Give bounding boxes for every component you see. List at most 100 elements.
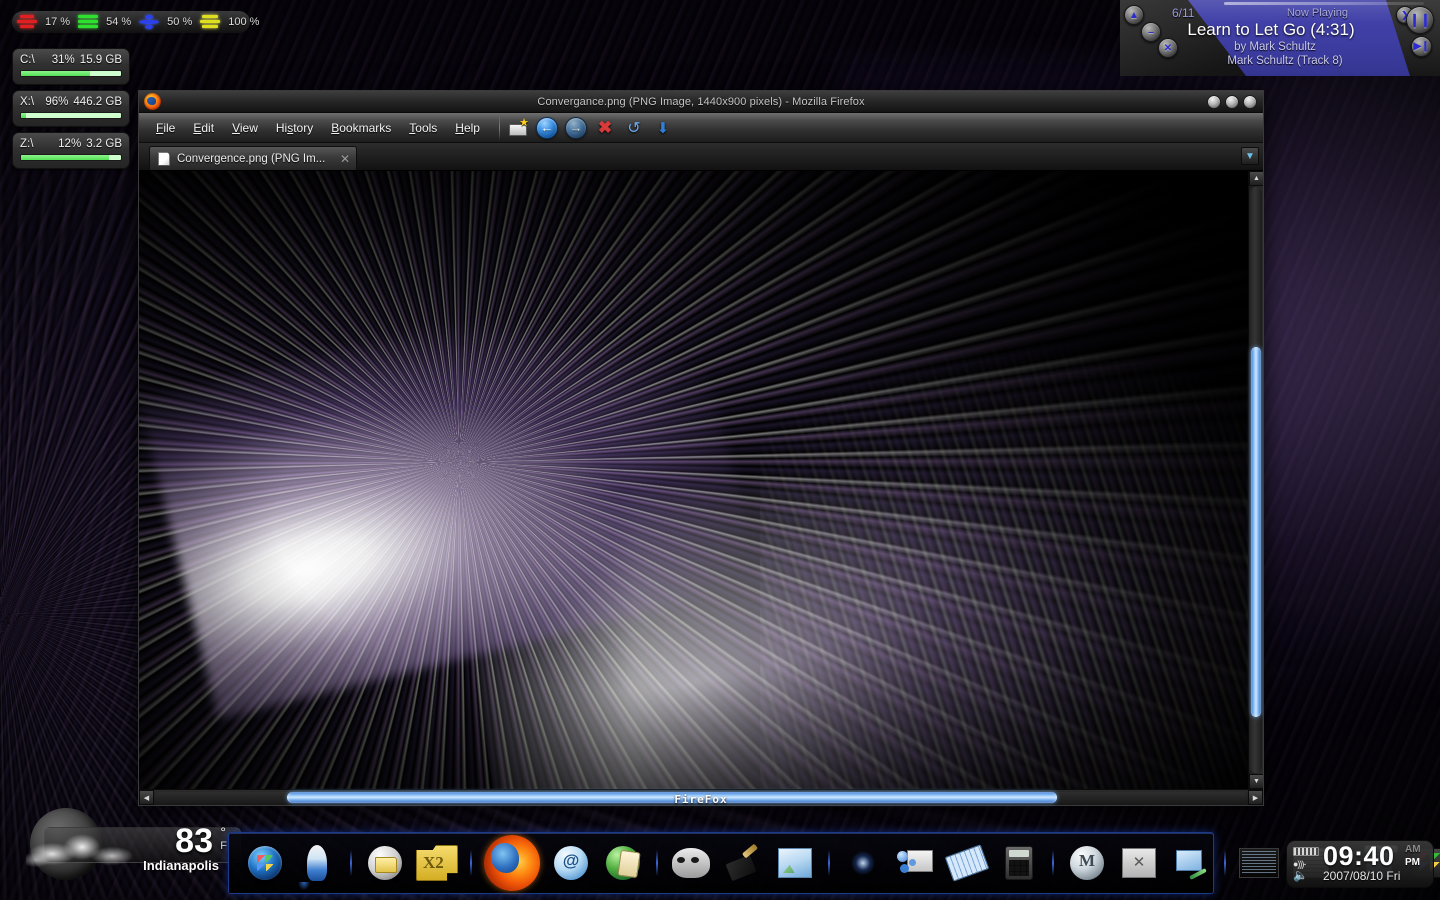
globe-icon	[606, 846, 640, 880]
downloads-button-icon[interactable]: ⬇	[652, 117, 674, 139]
xplorer2-icon	[416, 845, 458, 881]
vertical-scroll-thumb[interactable]	[1251, 347, 1261, 717]
scroll-left-arrow-icon[interactable]: ◀	[139, 790, 154, 805]
battery-percent: 100 %	[228, 16, 260, 28]
dock-item-xplorer2[interactable]	[414, 840, 460, 886]
stop-button-icon[interactable]: ✖	[594, 117, 616, 139]
dock-item-gimp[interactable]	[668, 840, 714, 886]
dock-item-system-tools[interactable]	[1116, 840, 1162, 886]
tab-bar[interactable]: Convergence.png (PNG Im... ✕ ▼	[139, 143, 1263, 171]
player-pause-button[interactable]: ❙❙	[1406, 6, 1434, 34]
drive-size: 446.2 GB	[73, 96, 122, 108]
maximize-button[interactable]	[1225, 95, 1239, 109]
vertical-scrollbar[interactable]: ▲ ▼	[1248, 171, 1263, 789]
back-button-icon[interactable]: ←	[535, 116, 558, 139]
image-vignette	[139, 171, 1248, 789]
player-next-track-button[interactable]: ▶❙	[1411, 36, 1432, 57]
player-rollup-button[interactable]: ▲	[1124, 5, 1144, 25]
player-status: Now Playing	[1286, 7, 1348, 19]
paintbrush-icon	[726, 847, 760, 879]
tab-list-dropdown-icon[interactable]: ▼	[1241, 147, 1259, 165]
drive-letter: C:\	[20, 54, 35, 66]
dock-item-photo-viewer[interactable]	[772, 840, 818, 886]
application-dock[interactable]	[228, 832, 1440, 894]
dock-item-rocketdock[interactable]	[294, 840, 340, 886]
forward-button-icon[interactable]: →	[564, 116, 587, 139]
tweak-icon	[1174, 848, 1208, 878]
firefox-window[interactable]: Convergance.png (PNG Image, 1440x900 pix…	[138, 90, 1264, 806]
dock-separator	[656, 850, 658, 876]
menu-tools[interactable]: Tools	[400, 118, 446, 138]
navigation-toolbar[interactable]: ← → ✖ ↺ ⬇	[507, 116, 674, 139]
scroll-right-arrow-icon[interactable]: ▶	[1248, 790, 1263, 805]
mail-icon	[554, 846, 588, 880]
player-track-number: 6/11	[1172, 6, 1195, 20]
tab-convergence-png[interactable]: Convergence.png (PNG Im... ✕	[149, 146, 357, 170]
dock-item-user-accounts[interactable]	[892, 840, 938, 886]
menu-file[interactable]: File	[147, 118, 184, 138]
dock-item-system-info[interactable]	[1236, 840, 1282, 886]
folder-icon	[368, 846, 402, 880]
weather-temperature: 83	[175, 822, 213, 860]
drive-letter: X:\	[20, 96, 35, 108]
dock-item-start-orb[interactable]	[242, 840, 288, 886]
menu-edit[interactable]: Edit	[184, 118, 223, 138]
media-player-icon	[1070, 846, 1104, 880]
drive-gadget[interactable]: C:\ 31% 15.9 GB	[12, 48, 130, 85]
player-minimize-button[interactable]: –	[1141, 22, 1161, 42]
drive-size: 15.9 GB	[79, 54, 122, 66]
dock-item-paint[interactable]	[720, 840, 766, 886]
window-controls[interactable]	[1207, 95, 1257, 109]
tab-label: Convergence.png (PNG Im...	[177, 152, 326, 165]
weather-widget[interactable]: 83 ° F Indianapolis	[26, 808, 241, 880]
menu-history[interactable]: History	[267, 118, 322, 138]
horizontal-scrollbar[interactable]: ◀ ▶ FireFox	[139, 789, 1263, 806]
system-monitor-bar[interactable]: 17 % 54 % 50 % 100 %	[12, 11, 259, 33]
window-title: Convergance.png (PNG Image, 1440x900 pix…	[537, 96, 865, 108]
media-player-widget[interactable]: 6/11 Now Playing Learn to Let Go (4:31) …	[1110, 0, 1440, 76]
add-bookmark-icon[interactable]	[507, 116, 529, 139]
menu-view[interactable]: View	[223, 118, 267, 138]
drive-percent: 31%	[51, 54, 75, 66]
drive-percent: 96%	[45, 96, 69, 108]
player-progress-bar[interactable]	[1224, 2, 1424, 5]
dock-item-sparkle[interactable]	[840, 840, 886, 886]
dock-item-firefox[interactable]	[481, 832, 543, 894]
minimize-button[interactable]	[1207, 95, 1221, 109]
reload-button-icon[interactable]: ↺	[623, 117, 645, 139]
horizontal-scroll-track[interactable]	[155, 792, 1247, 803]
horizontal-scroll-thumb[interactable]	[287, 792, 1057, 803]
drive-gadget[interactable]: X:\ 96% 446.2 GB	[12, 90, 130, 127]
page-favicon-icon	[158, 151, 170, 166]
system-info-icon	[1239, 848, 1279, 878]
menu-bar[interactable]: File Edit View History Bookmarks Tools H…	[139, 113, 1263, 143]
menu-bookmarks[interactable]: Bookmarks	[322, 118, 400, 138]
scroll-down-arrow-icon[interactable]: ▼	[1249, 774, 1263, 789]
drive-usage-bar	[20, 112, 122, 119]
clock-widget[interactable]: ●)))- 🔈 09:40 AM PM 2007/08/10 Fri	[1286, 840, 1434, 888]
dock-separator	[1224, 850, 1226, 876]
player-artist: by Mark Schultz	[1234, 41, 1316, 53]
player-close-button[interactable]: ✕	[1158, 38, 1178, 58]
drive-letter: Z:\	[20, 138, 34, 150]
dock-item-calculator[interactable]	[996, 840, 1042, 886]
drive-gadget-list: C:\ 31% 15.9 GB X:\ 96% 446.2 GB Z:\ 12%…	[12, 48, 130, 169]
dock-item-file-explorer[interactable]	[362, 840, 408, 886]
cloud-icon	[26, 832, 146, 872]
dock-item-media-player[interactable]	[1064, 840, 1110, 886]
dock-item-keyboard-tool[interactable]	[944, 840, 990, 886]
tab-close-icon[interactable]: ✕	[340, 152, 350, 166]
dock-item-mail[interactable]	[548, 840, 594, 886]
firefox-logo-icon	[144, 93, 161, 110]
scroll-up-arrow-icon[interactable]: ▲	[1249, 171, 1263, 186]
close-button[interactable]	[1243, 95, 1257, 109]
image-viewport[interactable]	[139, 171, 1248, 789]
player-track-title: Learn to Let Go (4:31)	[1187, 20, 1355, 39]
dock-item-tweak-utility[interactable]	[1168, 840, 1214, 886]
window-titlebar[interactable]: Convergance.png (PNG Image, 1440x900 pix…	[139, 91, 1263, 113]
volume-icon[interactable]: 🔈	[1293, 868, 1308, 882]
dock-item-web-browser[interactable]	[600, 840, 646, 886]
vertical-scroll-track[interactable]	[1250, 187, 1262, 773]
menu-help[interactable]: Help	[446, 118, 489, 138]
drive-gadget[interactable]: Z:\ 12% 3.2 GB	[12, 132, 130, 169]
